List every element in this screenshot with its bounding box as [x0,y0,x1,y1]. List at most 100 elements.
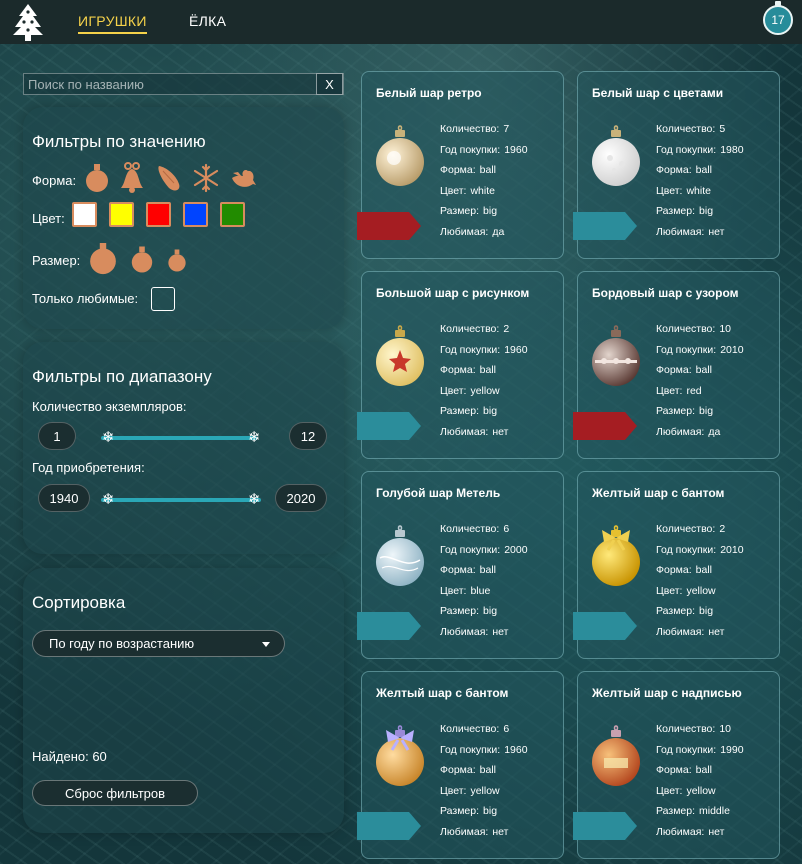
toy-size-label: Размер: [440,405,480,417]
count-max-output: 12 [289,422,327,450]
favorite-ribbon-icon [573,812,637,840]
toy-shape-row: Форма: ball [656,360,744,381]
ball-size-middle-icon[interactable] [129,244,155,275]
sort-title: Сортировка [32,593,126,612]
year-max-handle-snowflake-icon[interactable]: ❄ [248,492,261,507]
toy-image [376,325,424,386]
color-green-swatch[interactable] [220,202,245,227]
toy-color-row: Цвет: blue [440,581,528,602]
favorite-only-checkbox[interactable] [151,287,175,311]
toy-shape-row: Форма: ball [440,560,528,581]
reset-filters-button[interactable]: Сброс фильтров [32,780,198,806]
toy-shape-row: Форма: ball [656,760,744,781]
toy-favorite-value: да [708,425,721,438]
toy-card-2[interactable]: Белый шар с цветами Количество: 5 Год поку… [573,71,780,259]
toy-shape-value: ball [479,764,496,776]
color-blue-swatch[interactable] [183,202,208,227]
favorite-ribbon-icon [573,412,637,440]
toy-size-label: Размер: [656,405,696,417]
toy-card-6[interactable]: Желтый шар с бантом Количество: 2 Год поку… [573,471,780,659]
toy-shape-value: ball [695,164,712,176]
toy-favorite-value: да [492,225,505,238]
toy-card-title: Желтый шар с бантом [592,486,725,500]
toy-favorite-value: нет [492,625,509,638]
ball-size-small-icon[interactable] [166,247,188,274]
toy-color-label: Цвет: [656,584,683,597]
toy-count-value: 7 [503,123,510,135]
search-clear-button[interactable]: X [316,73,343,95]
toy-card-info: Количество: 6 Год покупки: 1960 Форма: ball Цв… [440,719,528,842]
snowflake-icon[interactable] [192,162,220,194]
toy-card-title: Желтый шар с надписью [592,686,742,700]
toy-card-info: Количество: 10 Год покупки: 2010 Форма: ball Ц… [656,319,744,442]
toy-count-label: Количество: [656,323,716,335]
count-min-handle-snowflake-icon[interactable]: ❄ [102,430,115,445]
toy-size-label: Размер: [440,205,480,217]
toy-image [592,725,640,786]
count-range-track[interactable] [101,436,257,440]
toy-card-title: Большой шар с рисунком [376,286,530,300]
toy-favorite-label: Любимая: [440,225,489,238]
toy-card-5[interactable]: Голубой шар Метель Количество: 6 Год покуп… [357,471,564,659]
toy-color-row: Цвет: yellow [656,781,744,802]
toy-color-row: Цвет: yellow [440,781,528,802]
tree-logo-icon[interactable] [12,3,44,41]
toy-image [592,325,640,386]
range-filters-title: Фильтры по диапазону [32,367,212,386]
toy-color-row: Цвет: red [656,381,744,402]
toy-image [592,525,640,586]
toy-size-value: big [483,605,498,617]
toy-shape-label: Форма: [656,764,692,776]
toy-shape-label: Форма: [656,364,692,376]
toy-year-row: Год покупки: 2010 [656,540,744,561]
toy-card-8[interactable]: Желтый шар с надписью Количество: 10 Год п… [573,671,780,859]
toy-card-info: Количество: 5 Год покупки: 1980 Форма: ball Цв… [656,119,744,242]
toy-card-4[interactable]: Бордовый шар с узором Количество: 10 Год п… [573,271,780,459]
toy-favorite-label: Любимая: [656,625,705,638]
toy-count-row: Количество: 10 [656,319,744,340]
year-range-label: Год приобретения: [32,460,145,475]
toy-image [376,125,424,186]
toy-shape-label: Форма: [440,564,476,576]
color-white-swatch[interactable] [72,202,97,227]
search-input[interactable] [24,74,318,94]
toy-count-row: Количество: 2 [440,319,528,340]
toy-card-3[interactable]: Большой шар с рисунком Количество: 2 Год п… [357,271,564,459]
color-red-swatch[interactable] [146,202,171,227]
toy-size-label: Размер: [656,605,696,617]
bell-icon[interactable] [118,162,146,194]
toy-count-label: Количество: [656,523,716,535]
toy-card-info: Количество: 2 Год покупки: 2010 Форма: ball Цв… [656,519,744,642]
toy-color-row: Цвет: white [656,181,744,202]
nav-toys-link[interactable]: ИГРУШКИ [78,13,147,34]
toy-card-title: Желтый шар с бантом [376,686,509,700]
toy-favorite-value: нет [708,225,725,238]
toy-card-7[interactable]: Желтый шар с бантом Количество: 6 Год поку… [357,671,564,859]
count-range-label: Количество экземпляров: [32,399,187,414]
bird-icon[interactable] [229,162,257,194]
toy-color-value: blue [470,584,491,597]
toy-card-1[interactable]: Белый шар ретро Количество: 7 Год покупки:… [357,71,564,259]
toy-shape-row: Форма: ball [440,760,528,781]
year-min-handle-snowflake-icon[interactable]: ❄ [102,492,115,507]
year-range-track[interactable] [101,498,261,502]
toy-favorite-row: Любимая: нет [440,422,528,443]
color-yellow-swatch[interactable] [109,202,134,227]
favorites-count-badge[interactable]: 17 [763,1,793,35]
toy-count-label: Количество: [656,123,716,135]
toy-shape-value: ball [479,364,496,376]
toy-favorite-label: Любимая: [656,825,705,838]
ball-size-big-icon[interactable] [88,240,118,276]
toy-favorite-row: Любимая: нет [656,822,744,843]
toy-year-row: Год покупки: 2000 [440,540,528,561]
found-count: Найдено: 60 [32,749,107,764]
nav-tree-link[interactable]: ЁЛКА [189,13,226,29]
sort-select[interactable]: По году по возрастанию [32,630,285,657]
chevron-down-icon [262,642,270,647]
ball-icon[interactable] [83,162,111,194]
count-max-handle-snowflake-icon[interactable]: ❄ [248,430,261,445]
cone-icon[interactable] [154,162,182,194]
favorite-ribbon-icon [357,212,421,240]
toy-count-row: Количество: 7 [440,119,528,140]
toy-size-row: Размер: big [656,601,744,622]
